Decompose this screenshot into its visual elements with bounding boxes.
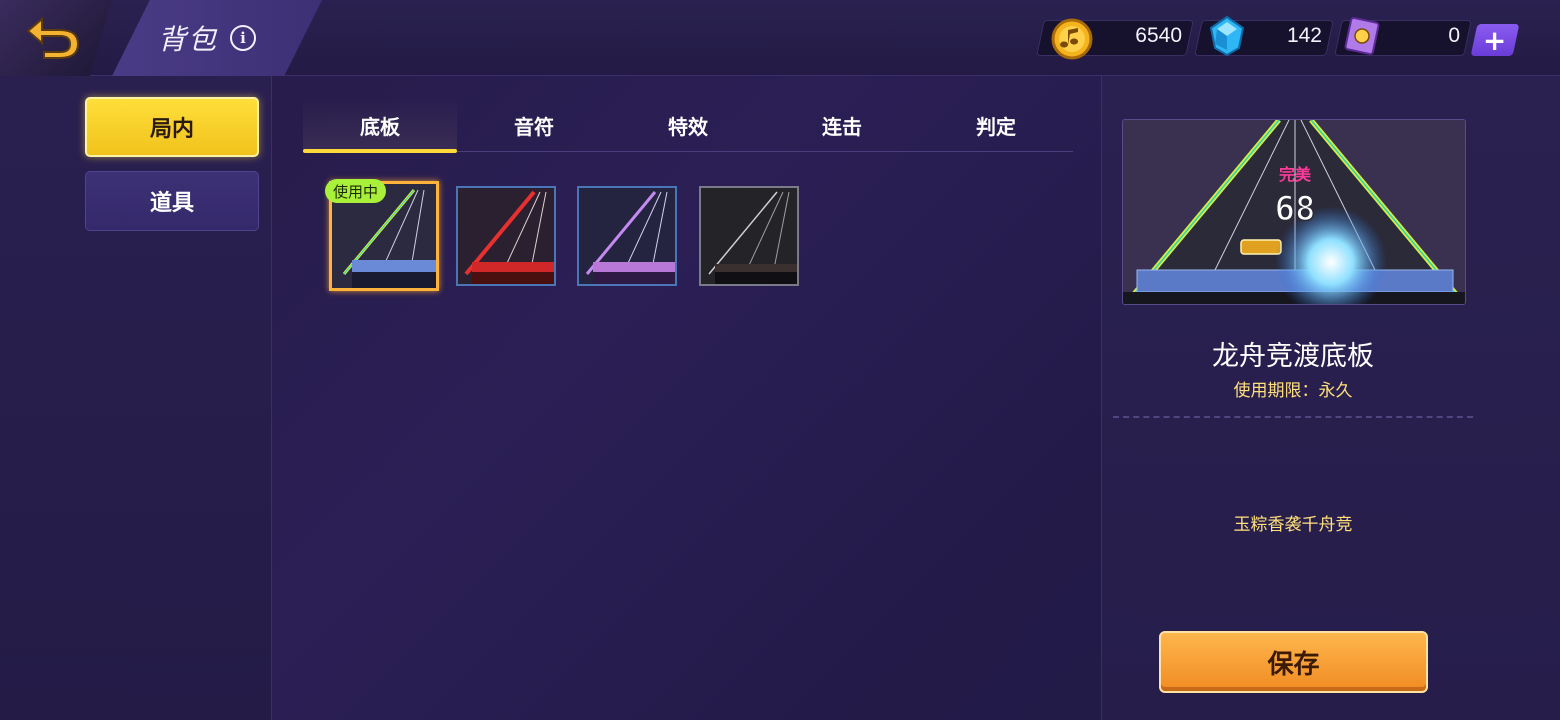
gold-note-icon <box>1051 18 1093 60</box>
sidebar-item-props[interactable]: 道具 <box>85 171 259 231</box>
board-thumbnail <box>701 188 797 284</box>
ticket-icon <box>1344 16 1380 56</box>
page-title: 背包 <box>158 23 219 56</box>
save-button-label: 保存 <box>1267 649 1320 680</box>
item-name: 龙舟竞渡底板 <box>1212 341 1374 372</box>
plus-icon: + <box>1483 23 1507 57</box>
board-item-purple[interactable] <box>577 186 677 286</box>
tab-board[interactable]: 底板 <box>303 98 457 153</box>
back-button[interactable] <box>22 8 86 64</box>
add-currency-button[interactable]: + <box>1470 23 1520 57</box>
preview-judge-text: 完美 <box>1279 165 1312 184</box>
preview-image: 完美 68 <box>1123 120 1465 304</box>
category-tabs: 底板 音符 特效 连击 判定 <box>303 98 1073 153</box>
sidebar-item-label: 道具 <box>149 191 194 216</box>
item-duration: 使用期限：永久 <box>1233 381 1353 401</box>
diamond-amount: 142 <box>1286 24 1322 47</box>
item-description: 玉粽香袭千舟竞 <box>1233 515 1353 535</box>
preview-combo-text: 68 <box>1275 189 1316 229</box>
tab-notes[interactable]: 音符 <box>457 98 611 152</box>
board-preview: 完美 68 <box>1122 119 1466 305</box>
gold-amount: 6540 <box>1135 24 1182 47</box>
tab-combo[interactable]: 连击 <box>765 98 919 152</box>
ticket-amount: 0 <box>1448 24 1460 47</box>
save-button[interactable]: 保存 <box>1159 631 1428 693</box>
info-icon[interactable]: i <box>230 25 256 51</box>
back-arrow-icon <box>26 16 80 59</box>
divider <box>1113 416 1473 418</box>
sidebar-item-in-game[interactable]: 局内 <box>85 97 259 157</box>
diamond-icon <box>1209 15 1245 57</box>
tab-effects[interactable]: 特效 <box>611 98 765 152</box>
sidebar-item-label: 局内 <box>149 117 194 142</box>
board-item-red[interactable] <box>456 186 556 286</box>
in-use-badge: 使用中 <box>325 179 387 203</box>
board-item-dark[interactable] <box>699 186 799 286</box>
board-thumbnail <box>458 188 554 284</box>
board-thumbnail <box>579 188 675 284</box>
tab-judge[interactable]: 判定 <box>919 98 1073 152</box>
